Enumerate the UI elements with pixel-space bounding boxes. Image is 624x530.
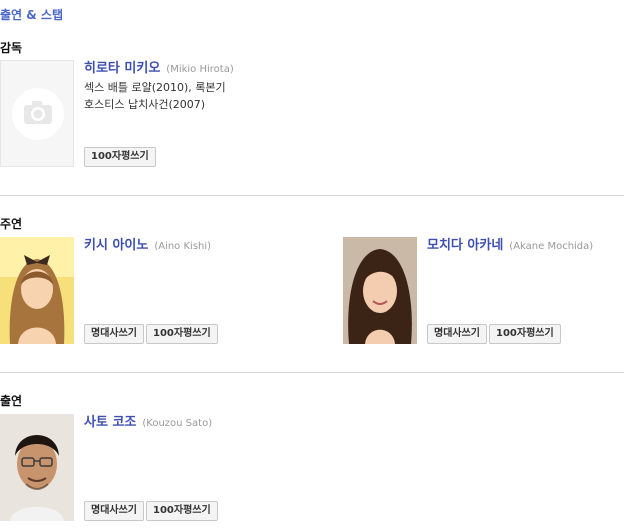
write-review-button[interactable]: 100자평쓰기 bbox=[84, 147, 156, 167]
section-title-director: 감독 bbox=[0, 41, 23, 55]
person-name-english: (Aino Kishi) bbox=[154, 241, 212, 252]
person-card-director: 히로타 미키오 (Mikio Hirota) 섹스 배틀 로얄(2010), 록본… bbox=[0, 60, 300, 167]
filmography-line: 섹스 배틀 로얄(2010), 록본기 bbox=[84, 81, 226, 94]
person-name-english: (Kouzou Sato) bbox=[142, 418, 213, 429]
person-name-link[interactable]: 히로타 미키오 bbox=[84, 61, 160, 76]
person-name-link[interactable]: 키시 아이노 bbox=[84, 238, 148, 253]
person-name-english: (Akane Mochida) bbox=[509, 241, 594, 252]
section-title-lead: 주연 bbox=[0, 217, 23, 231]
portrait-image bbox=[343, 237, 417, 344]
person-card-lead-2: 모치다 아카네 (Akane Mochida) 명대사쓰기 100자평쓰기 bbox=[343, 237, 623, 344]
person-card-lead-1: 키시 아이노 (Aino Kishi) 명대사쓰기 100자평쓰기 bbox=[0, 237, 300, 344]
write-quote-button[interactable]: 명대사쓰기 bbox=[427, 324, 487, 344]
section-divider bbox=[0, 195, 624, 196]
person-name-link[interactable]: 모치다 아카네 bbox=[427, 238, 503, 253]
actor-photo[interactable] bbox=[343, 237, 417, 344]
write-review-button[interactable]: 100자평쓰기 bbox=[489, 324, 561, 344]
actor-photo[interactable] bbox=[0, 237, 74, 344]
write-quote-button[interactable]: 명대사쓰기 bbox=[84, 501, 144, 521]
portrait-image bbox=[0, 237, 74, 344]
write-review-button[interactable]: 100자평쓰기 bbox=[146, 501, 218, 521]
filmography-line: 호스티스 납치사건(2007) bbox=[84, 98, 206, 111]
person-name-english: (Mikio Hirota) bbox=[166, 64, 234, 75]
section-divider bbox=[0, 372, 624, 373]
photo-placeholder bbox=[0, 60, 74, 167]
portrait-image bbox=[0, 414, 74, 521]
section-title-cast: 출연 bbox=[0, 394, 23, 408]
write-review-button[interactable]: 100자평쓰기 bbox=[146, 324, 218, 344]
actor-photo[interactable] bbox=[0, 414, 74, 521]
person-card-cast-1: 사토 코조 (Kouzou Sato) 명대사쓰기 100자평쓰기 bbox=[0, 414, 300, 521]
page-title: 출연 & 스탭 bbox=[0, 8, 63, 22]
camera-icon bbox=[1, 61, 73, 166]
person-name-link[interactable]: 사토 코조 bbox=[84, 415, 136, 430]
write-quote-button[interactable]: 명대사쓰기 bbox=[84, 324, 144, 344]
